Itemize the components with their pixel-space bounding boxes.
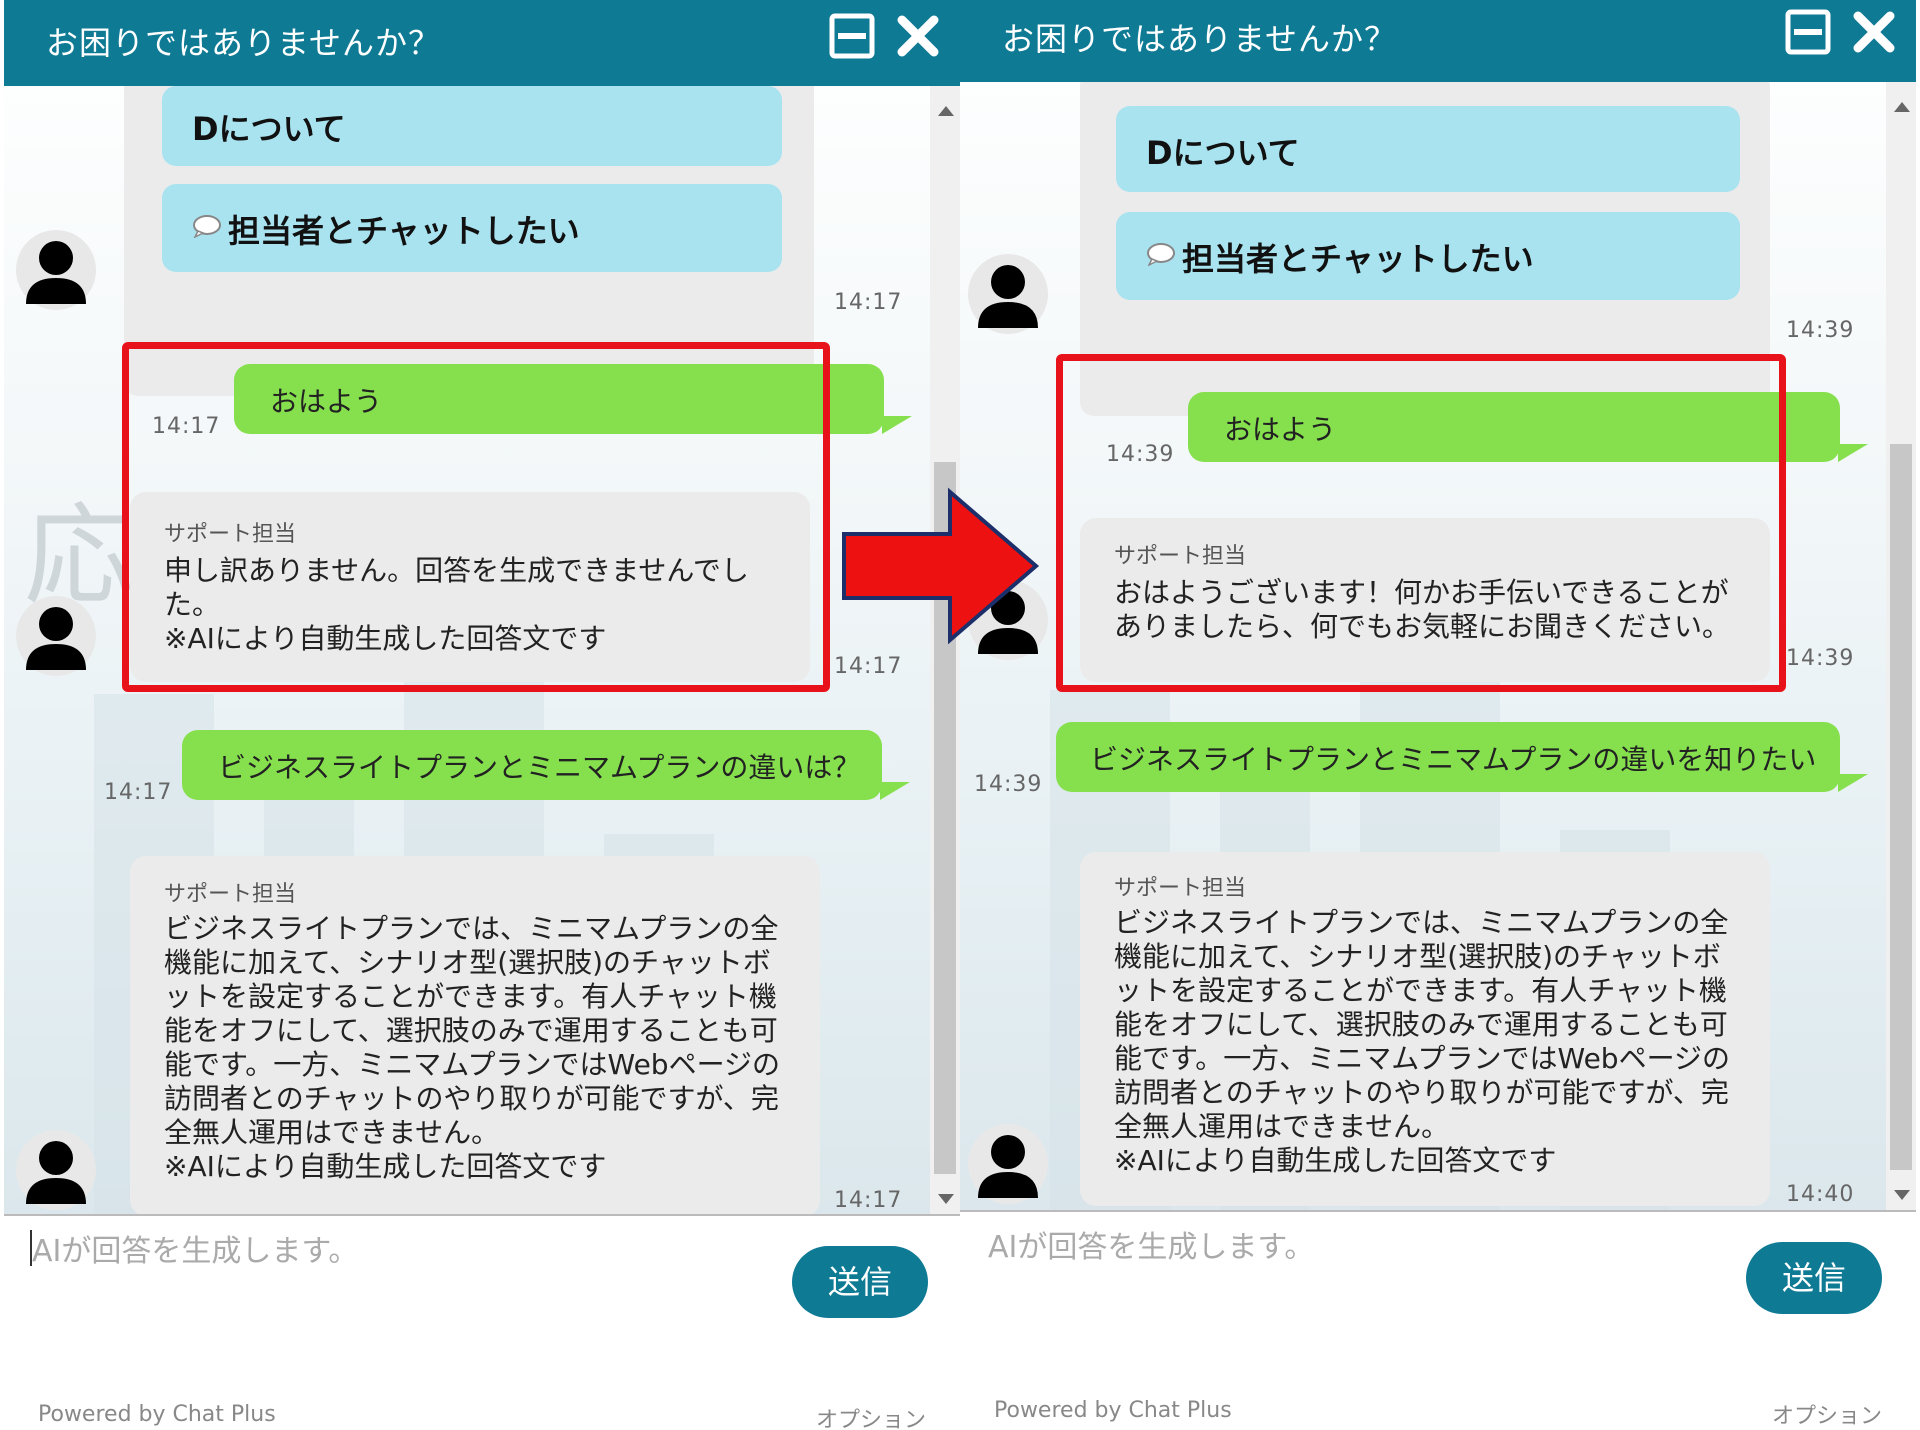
option-label: 担当者とチャットしたい [228,212,580,250]
timestamp: 14:39 [974,772,1043,797]
chat-widget-after: お困りではありませんか？ Dについて 担当者とチャットしたい 14:39 おはよ… [960,0,1916,1430]
bot-message: サポート担当 ビジネスライトプランでは、ミニマムプランの全機能に加えて、シナリオ… [130,856,820,1214]
scrollbar[interactable] [930,86,960,1214]
scroll-up-arrow-icon[interactable] [1894,102,1910,112]
user-avatar-icon [16,596,96,676]
scroll-up-arrow-icon[interactable] [938,106,954,116]
speech-bubble-icon [1146,236,1176,274]
chat-header: お困りではありませんか？ [4,0,960,86]
user-message: ビジネスライトプランとミニマムプランの違いを知りたい [1056,722,1840,792]
bubble-tail [882,416,912,434]
options-link[interactable]: オプション [816,1402,926,1430]
header-title: お困りではありませんか？ [1002,20,1398,58]
timestamp: 14:17 [104,780,173,805]
bot-message-text: ビジネスライトプランでは、ミニマムプランの全機能に加えて、シナリオ型(選択肢)の… [1114,906,1731,1177]
bot-message-text: ビジネスライトプランでは、ミニマムプランの全機能に加えて、シナリオ型(選択肢)の… [164,912,781,1183]
message-input[interactable]: AIが回答を生成します。 [32,1226,358,1270]
timestamp: 14:17 [834,1188,903,1213]
option-label: Dについて [192,110,346,148]
bot-name: サポート担当 [1114,876,1247,901]
chat-widget-before: お困りではありませんか？ 応 Dについて 担当者とチャットしたい 14:17 お… [4,0,960,1430]
user-message-text: ビジネスライトプランとミニマムプランの違いを知りたい [1090,743,1817,776]
user-message: ビジネスライトプランとミニマムプランの違いは？ [182,730,882,800]
minimize-icon[interactable] [828,12,876,60]
chat-log[interactable]: 応 Dについて 担当者とチャットしたい 14:17 おはよう 14:17 サポー… [4,86,960,1214]
powered-by-text: Powered by Chat Plus [38,1402,276,1427]
header-title: お困りではありませんか？ [46,24,442,62]
timestamp: 14:17 [834,290,903,315]
bubble-tail [880,782,910,800]
timestamp: 14:17 [834,654,903,679]
option-button-chat[interactable]: 担当者とチャットしたい [162,184,782,272]
highlight-box [122,342,830,692]
bubble-tail [1838,774,1868,792]
option-label: Dについて [1146,134,1300,172]
option-button-d[interactable]: Dについて [1116,106,1740,192]
scroll-down-arrow-icon[interactable] [1894,1190,1910,1200]
chat-log[interactable]: Dについて 担当者とチャットしたい 14:39 おはよう 14:39 サポート担… [960,82,1916,1210]
scrollbar[interactable] [1886,82,1916,1210]
timestamp: 14:39 [1786,318,1855,343]
minimize-icon[interactable] [1784,8,1832,56]
user-avatar-icon [16,230,96,310]
bot-name: サポート担当 [164,882,297,907]
option-label: 担当者とチャットしたい [1182,240,1534,278]
right-arrow-icon [840,486,1040,650]
send-button[interactable]: 送信 [1746,1242,1882,1314]
scroll-thumb[interactable] [1890,444,1912,1170]
message-input-area: AIが回答を生成します。 送信 Powered by Chat Plus オプシ… [960,1210,1916,1430]
speech-bubble-icon [192,208,222,246]
bot-message: サポート担当 ビジネスライトプランでは、ミニマムプランの全機能に加えて、シナリオ… [1080,852,1770,1206]
options-link[interactable]: オプション [1772,1398,1882,1430]
option-button-chat[interactable]: 担当者とチャットしたい [1116,212,1740,300]
close-icon[interactable] [1850,8,1898,56]
bubble-tail [1838,444,1868,462]
message-input-area: AIが回答を生成します。 送信 Powered by Chat Plus オプシ… [4,1214,960,1430]
user-avatar-icon [16,1130,96,1210]
user-avatar-icon [968,254,1048,334]
message-input[interactable]: AIが回答を生成します。 [988,1222,1314,1266]
timestamp: 14:40 [1786,1182,1855,1207]
user-message-text: ビジネスライトプランとミニマムプランの違いは？ [218,751,861,784]
timestamp: 14:39 [1786,646,1855,671]
user-avatar-icon [968,1124,1048,1204]
send-button[interactable]: 送信 [792,1246,928,1318]
scroll-down-arrow-icon[interactable] [938,1194,954,1204]
chat-header: お困りではありませんか？ [960,0,1916,82]
close-icon[interactable] [894,12,942,60]
option-button-d[interactable]: Dについて [162,86,782,166]
highlight-box [1056,354,1786,692]
powered-by-text: Powered by Chat Plus [994,1398,1232,1423]
